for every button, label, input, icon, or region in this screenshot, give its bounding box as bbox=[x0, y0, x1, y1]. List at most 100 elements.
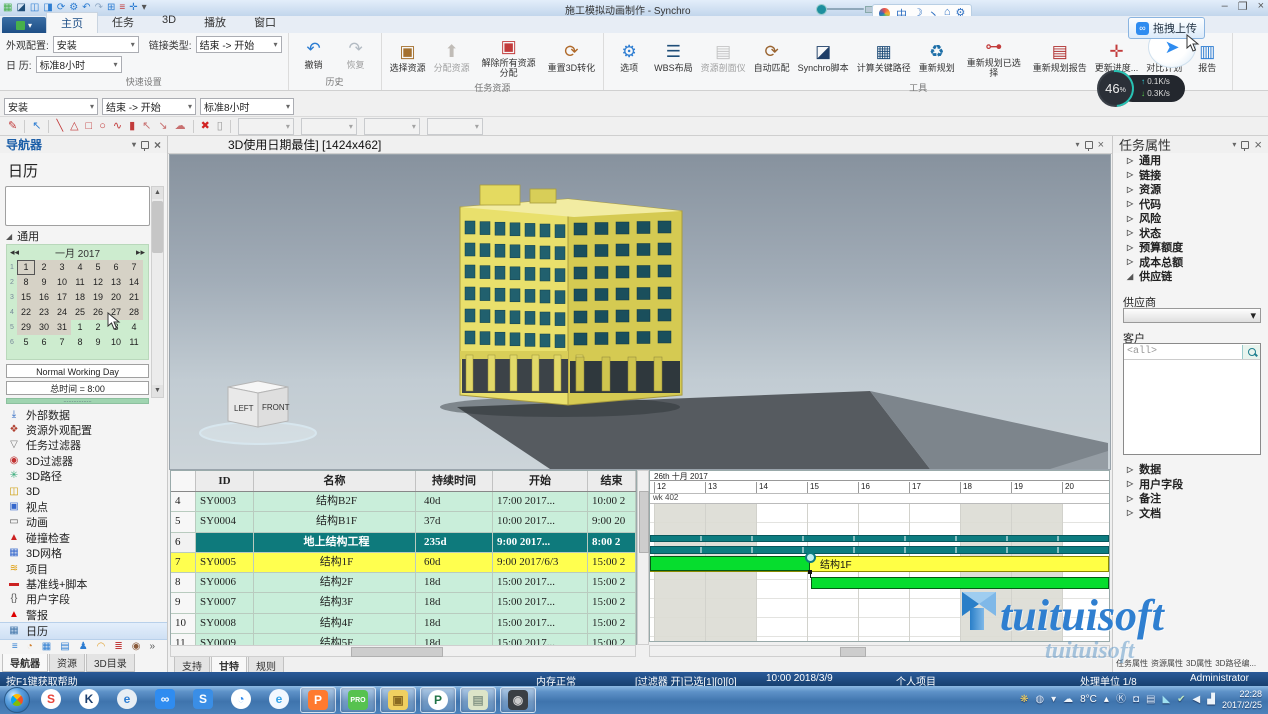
sidebar-item-3D[interactable]: ◫3D bbox=[0, 484, 167, 499]
panel-close-icon[interactable]: × bbox=[154, 138, 161, 152]
scrollbar-thumb[interactable] bbox=[840, 647, 866, 657]
ribbon-button-选项[interactable]: ⚙选项 bbox=[610, 40, 648, 74]
ribbon-button-解除所有资源分配[interactable]: ▣解除所有资源分配 bbox=[476, 35, 542, 79]
tray-k-icon[interactable]: Ⓚ bbox=[1116, 694, 1126, 706]
pin-icon[interactable] bbox=[141, 141, 149, 149]
customer-list[interactable]: <all> bbox=[1123, 343, 1261, 455]
ribbon-button-撤销[interactable]: ↶撤销 bbox=[295, 37, 333, 71]
avatar-icon[interactable]: ◉ bbox=[132, 641, 141, 653]
tab-任务[interactable]: 任务 bbox=[98, 12, 148, 33]
dock-tab-资源[interactable]: 资源 bbox=[49, 654, 85, 672]
summary-bar[interactable] bbox=[650, 546, 1109, 554]
ribbon-button-重新规划已选择[interactable]: ⊶重新规划已选择 bbox=[961, 35, 1027, 79]
calendar-day[interactable]: 29 bbox=[17, 320, 35, 335]
3d-viewport[interactable]: LEFT FRONT bbox=[169, 154, 1111, 470]
table-vscrollbar[interactable] bbox=[637, 470, 649, 645]
props-menu-icon[interactable]: ▾ bbox=[1232, 140, 1236, 149]
tab-窗口[interactable]: 窗口 bbox=[240, 12, 290, 33]
calendar-day[interactable]: 17 bbox=[53, 290, 71, 305]
sidebar-item-视点[interactable]: ▣视点 bbox=[0, 499, 167, 514]
tray-expand-icon[interactable]: ▴ bbox=[1104, 694, 1109, 706]
table-row[interactable]: 7SY0005结构1F60d9:00 2017/6/315:00 2 bbox=[171, 553, 636, 573]
column-header-ID[interactable]: ID bbox=[196, 471, 254, 491]
tray-volume-icon[interactable]: ◀ bbox=[1193, 694, 1201, 706]
3d-model-canvas[interactable]: LEFT FRONT bbox=[170, 155, 1110, 469]
sidebar-item-项目[interactable]: ≋项目 bbox=[0, 561, 167, 576]
calendar-day[interactable]: 30 bbox=[35, 320, 53, 335]
annotate-pen-icon[interactable]: ✎ bbox=[8, 120, 17, 132]
calendar-day[interactable]: 7 bbox=[125, 260, 143, 275]
calendar-day[interactable]: 19 bbox=[89, 290, 107, 305]
expand-icon[interactable]: ◢ bbox=[6, 232, 12, 241]
arrow-se-icon[interactable]: ↘ bbox=[158, 120, 167, 132]
table-row[interactable]: 10SY0008结构4F18d15:00 2017...15:00 2 bbox=[171, 614, 636, 634]
sidebar-item-碰撞检查[interactable]: ▲碰撞检查 bbox=[0, 530, 167, 545]
app-logo-icon[interactable]: ▦ bbox=[3, 2, 12, 14]
pro-app-icon[interactable]: PRO bbox=[340, 687, 376, 713]
props-close-icon[interactable]: × bbox=[1254, 137, 1262, 152]
props-section-供应链[interactable]: ◢供应链 bbox=[1113, 269, 1268, 284]
folder-app-icon[interactable]: ▤ bbox=[460, 687, 496, 713]
calendar-day[interactable]: 4 bbox=[71, 260, 89, 275]
rectangle-tool-icon[interactable]: □ bbox=[86, 120, 93, 132]
tab-播放[interactable]: 播放 bbox=[190, 12, 240, 33]
right-dock-tab-2[interactable]: 3D属性 bbox=[1186, 658, 1212, 669]
minimize-button[interactable]: – bbox=[1222, 0, 1228, 13]
calendar-day[interactable]: 4 bbox=[125, 320, 143, 335]
ribbon-button-自动匹配[interactable]: ⟳自动匹配 bbox=[752, 40, 792, 74]
props-section-链接[interactable]: ▷链接 bbox=[1113, 168, 1268, 183]
scroll-up-icon[interactable]: ▲ bbox=[152, 187, 163, 199]
open-folder-icon[interactable]: ◪ bbox=[16, 2, 25, 14]
milestone-marker-icon[interactable] bbox=[805, 552, 816, 563]
calendar-day[interactable]: 10 bbox=[53, 275, 71, 290]
right-dock-tab-1[interactable]: 资源属性 bbox=[1151, 658, 1183, 669]
person-icon[interactable]: ♟ bbox=[79, 641, 88, 653]
cloud-tool-icon[interactable]: ☁ bbox=[175, 120, 186, 132]
props-section-状态[interactable]: ▷状态 bbox=[1113, 226, 1268, 241]
table-row[interactable]: 5SY0004结构B1F37d10:00 2017...9:00 20 bbox=[171, 512, 636, 532]
search-button[interactable] bbox=[1242, 345, 1260, 359]
calendar-day[interactable]: 20 bbox=[107, 290, 125, 305]
calendar-prev-icon[interactable]: ◂◂ bbox=[10, 247, 19, 258]
gantt-hscrollbar[interactable] bbox=[649, 645, 1110, 657]
calendar-day[interactable]: 9 bbox=[89, 335, 107, 350]
tray-shield-icon[interactable]: ✔ bbox=[1177, 694, 1185, 706]
customer-filter-value[interactable]: <all> bbox=[1124, 346, 1242, 357]
calendar-day[interactable]: 5 bbox=[89, 260, 107, 275]
curve-tool-icon[interactable]: ∿ bbox=[113, 120, 122, 132]
sidebar-item-基准线+脚本[interactable]: ▬基准线+脚本 bbox=[0, 576, 167, 591]
ribbon-button-Synchro脚本[interactable]: ◪Synchro脚本 bbox=[796, 40, 851, 74]
props-section-成本总额[interactable]: ▷成本总额 bbox=[1113, 255, 1268, 270]
sidebar-item-资源外观配置[interactable]: ❖资源外观配置 bbox=[0, 422, 167, 437]
scroll-down-icon[interactable]: ▼ bbox=[152, 385, 163, 397]
scrollbar-thumb[interactable] bbox=[152, 201, 163, 253]
props-section-代码[interactable]: ▷代码 bbox=[1113, 197, 1268, 212]
strip-overflow-icon[interactable]: » bbox=[150, 641, 156, 653]
props-section-数据[interactable]: ▷数据 bbox=[1113, 462, 1268, 477]
calendar-list-box[interactable] bbox=[5, 186, 150, 226]
calendar-day[interactable]: 22 bbox=[17, 305, 35, 320]
triangle-tool-icon[interactable]: △ bbox=[70, 120, 78, 132]
props-section-通用[interactable]: ▷通用 bbox=[1113, 153, 1268, 168]
viewport-pin-icon[interactable] bbox=[1085, 141, 1093, 149]
document-icon[interactable]: ▤ bbox=[60, 641, 69, 653]
sidebar-item-用户字段[interactable]: {}用户字段 bbox=[0, 592, 167, 607]
calendar-day[interactable]: 31 bbox=[53, 320, 71, 335]
calendar-day[interactable]: 1 bbox=[17, 260, 35, 275]
table-row[interactable]: 6地上结构工程235d9:00 2017...8:00 2 bbox=[171, 533, 636, 553]
slider-handle[interactable] bbox=[816, 4, 827, 15]
props-pin-icon[interactable] bbox=[1241, 141, 1249, 149]
recorder-slider[interactable] bbox=[816, 6, 868, 12]
task-progress-bar[interactable] bbox=[650, 556, 810, 571]
table-row[interactable]: 8SY0006结构2F18d15:00 2017...15:00 2 bbox=[171, 573, 636, 593]
calendar-day[interactable]: 21 bbox=[125, 290, 143, 305]
customer-filter-row[interactable]: <all> bbox=[1124, 344, 1260, 360]
calendar-day[interactable]: 11 bbox=[125, 335, 143, 350]
calendar-day[interactable]: 11 bbox=[71, 275, 89, 290]
calendar-day[interactable]: 16 bbox=[35, 290, 53, 305]
calendar-day[interactable]: 5 bbox=[17, 335, 35, 350]
calendar-day[interactable]: 18 bbox=[71, 290, 89, 305]
tab-3D[interactable]: 3D bbox=[148, 12, 190, 33]
right-dock-tab-3[interactable]: 3D路径编... bbox=[1215, 658, 1256, 669]
save-icon[interactable]: ◫ bbox=[30, 2, 39, 14]
